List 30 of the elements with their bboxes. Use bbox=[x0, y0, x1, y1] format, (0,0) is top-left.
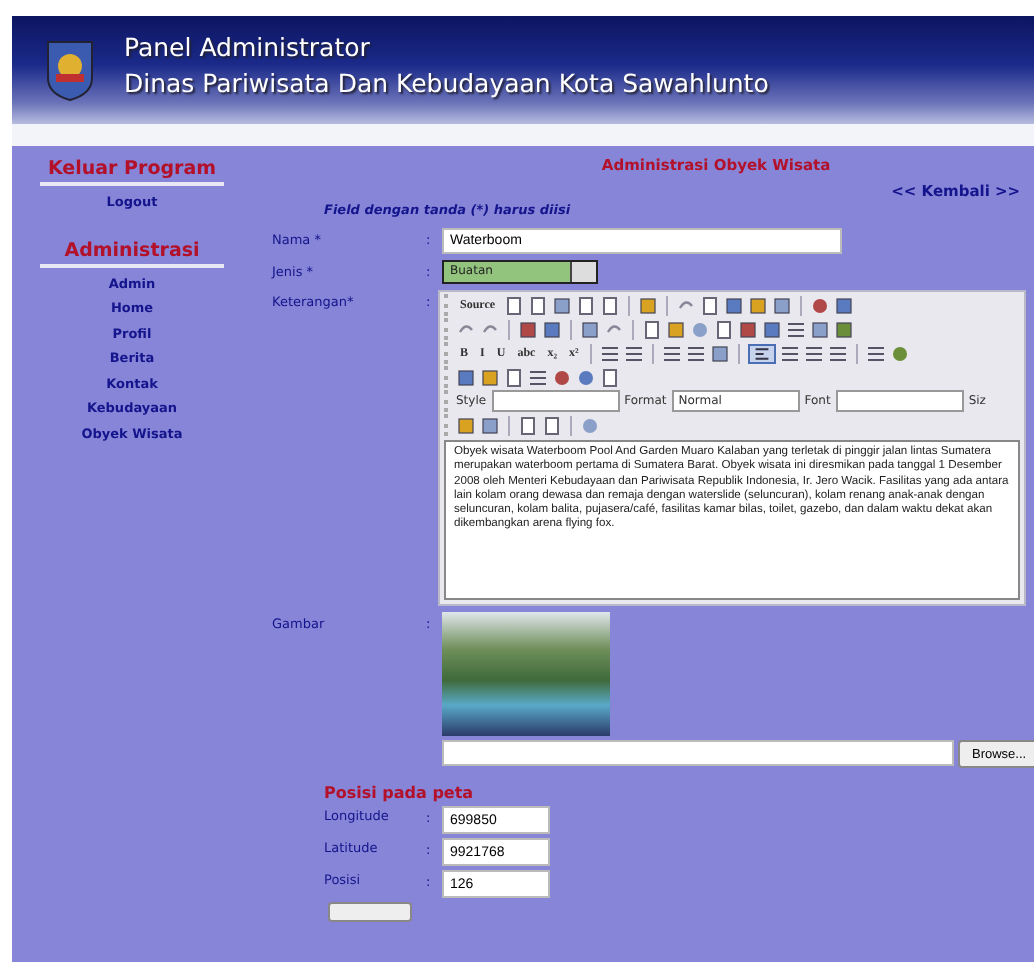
file-field[interactable] bbox=[442, 740, 954, 766]
page-icon[interactable] bbox=[642, 319, 662, 339]
page-icon[interactable] bbox=[575, 295, 596, 315]
circle-icon[interactable] bbox=[890, 343, 911, 363]
emblem-icon bbox=[44, 38, 96, 102]
header-subtitle: Dinas Pariwisata Dan Kebudayaan Kota Sawahlunto bbox=[124, 67, 769, 97]
square-icon[interactable] bbox=[542, 319, 562, 339]
square-icon[interactable] bbox=[580, 319, 600, 339]
submit-button[interactable] bbox=[328, 902, 412, 922]
page-icon[interactable] bbox=[527, 295, 548, 315]
page-icon[interactable] bbox=[599, 295, 620, 315]
circle-icon[interactable] bbox=[809, 295, 830, 315]
horizontal-line-icon[interactable] bbox=[528, 367, 548, 387]
square-icon[interactable] bbox=[637, 295, 658, 315]
square-icon[interactable] bbox=[738, 319, 758, 339]
font-dropdown[interactable] bbox=[836, 390, 965, 412]
page-icon[interactable] bbox=[714, 319, 734, 339]
header-title: Panel Administrator bbox=[124, 31, 372, 61]
sidebar-heading: Administrasi bbox=[40, 239, 224, 267]
align-left-icon bbox=[754, 345, 771, 361]
section-title: Posisi pada peta bbox=[324, 784, 476, 802]
page-icon[interactable] bbox=[600, 367, 620, 387]
square-icon[interactable] bbox=[834, 319, 854, 339]
align-left-button[interactable] bbox=[748, 343, 777, 363]
sidebar-heading: Keluar Program bbox=[40, 158, 224, 186]
page-icon[interactable] bbox=[503, 295, 524, 315]
square-icon[interactable] bbox=[762, 319, 782, 339]
square-icon[interactable] bbox=[833, 295, 854, 315]
lines-icon[interactable] bbox=[786, 319, 806, 339]
style-dropdown[interactable] bbox=[492, 390, 621, 412]
